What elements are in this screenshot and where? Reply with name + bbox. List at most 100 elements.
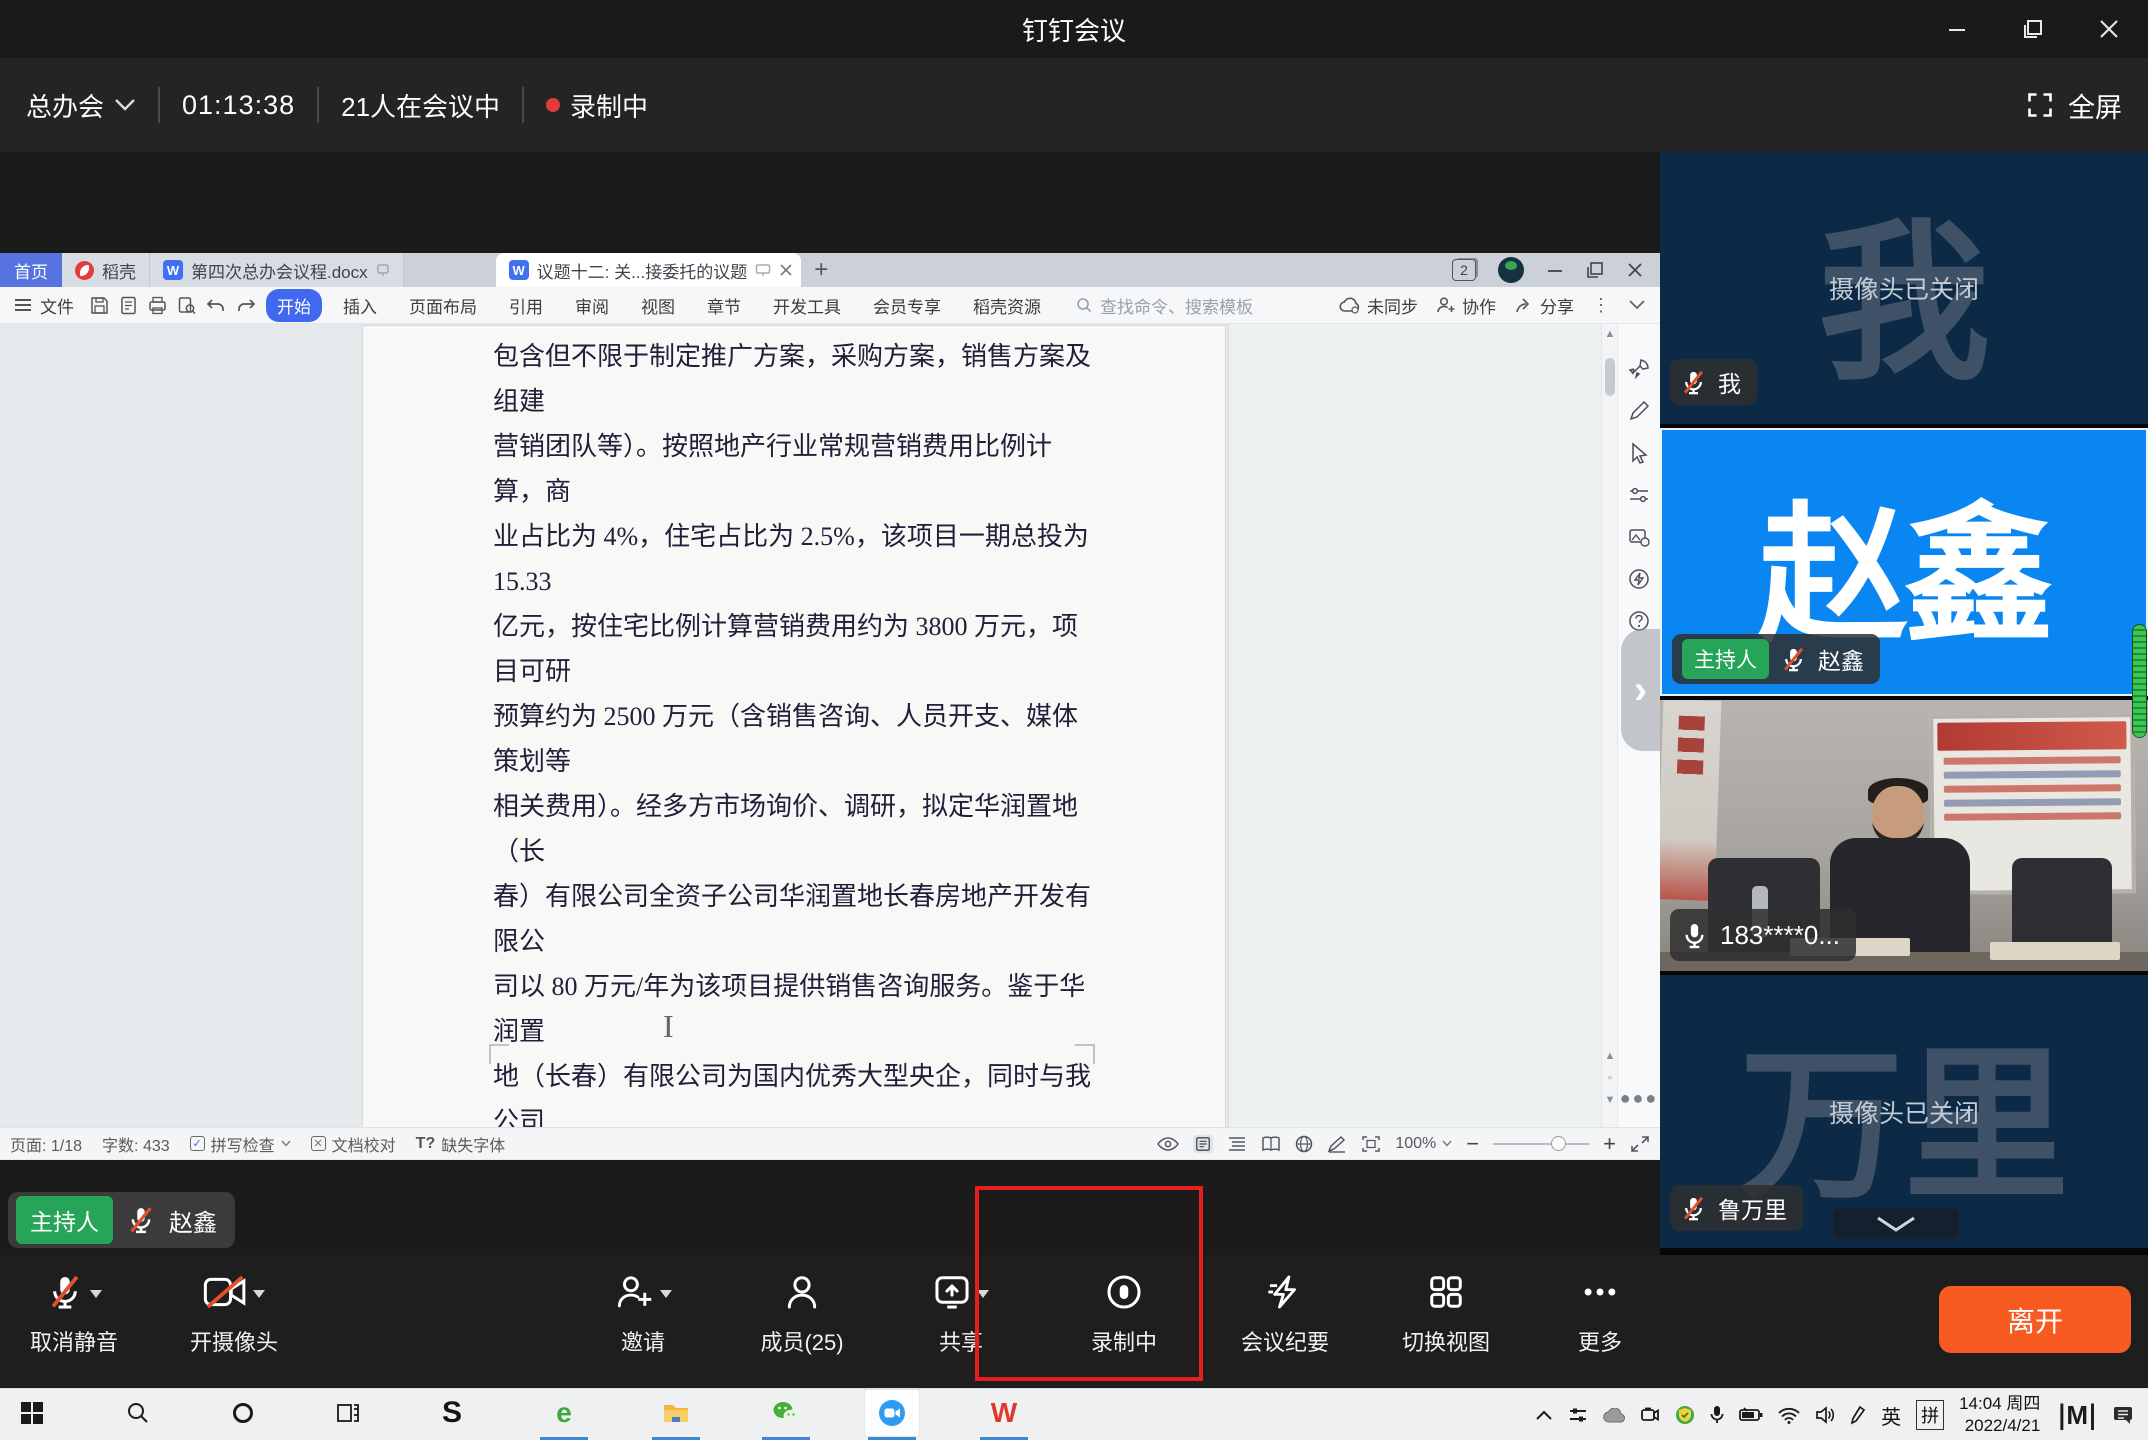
task-view-button[interactable] bbox=[320, 1389, 376, 1437]
eye-protect-icon[interactable] bbox=[1157, 1136, 1179, 1152]
page-view-icon[interactable] bbox=[1193, 1135, 1213, 1153]
wps-tab-document-1[interactable]: W 第四次总办会议程.docx bbox=[150, 253, 404, 287]
read-mode-icon[interactable] bbox=[1261, 1136, 1281, 1152]
avatar[interactable] bbox=[1498, 257, 1524, 283]
fit-page-icon[interactable] bbox=[1361, 1135, 1381, 1153]
word-count[interactable]: 字数: 433 bbox=[102, 1132, 170, 1156]
minimize-icon[interactable] bbox=[1942, 14, 1972, 44]
outline-view-icon[interactable] bbox=[1227, 1136, 1247, 1152]
collapse-sidebar-button[interactable]: › bbox=[1621, 629, 1660, 751]
members-button[interactable]: 成员(25) bbox=[712, 1272, 892, 1357]
taskbar-search-button[interactable] bbox=[110, 1389, 166, 1437]
unmute-button[interactable]: 取消静音 bbox=[0, 1272, 164, 1357]
share-button[interactable]: 分享 bbox=[1514, 293, 1574, 318]
chevron-down-icon[interactable] bbox=[660, 1290, 672, 1298]
ink-annotate-icon[interactable] bbox=[1327, 1135, 1347, 1153]
new-tab-button[interactable]: + bbox=[801, 253, 841, 287]
meeting-group-selector[interactable]: 总办会 bbox=[26, 87, 136, 124]
proofread-button[interactable]: ✕ 文档校对 bbox=[311, 1132, 396, 1156]
wps-minimize-icon[interactable] bbox=[1546, 261, 1564, 279]
ribbon-tab-page-layout[interactable]: 页面布局 bbox=[398, 289, 488, 322]
tray-expand-icon[interactable] bbox=[1535, 1409, 1553, 1421]
share-screen-button[interactable]: 共享 bbox=[871, 1272, 1051, 1357]
web-layout-icon[interactable] bbox=[1295, 1135, 1313, 1153]
participant-tile-self[interactable]: 我 摄像头已关闭 我 bbox=[1660, 152, 2148, 424]
cortana-button[interactable] bbox=[215, 1389, 271, 1437]
camera-on-button[interactable]: 开摄像头 bbox=[144, 1272, 324, 1357]
pen-icon[interactable] bbox=[1628, 400, 1650, 422]
missing-font-button[interactable]: T? 缺失字体 bbox=[416, 1132, 506, 1156]
zoom-slider[interactable] bbox=[1493, 1143, 1589, 1145]
page-select-icon[interactable]: ▫ bbox=[1602, 1072, 1618, 1084]
participant-tile-host-active[interactable]: 赵鑫 主持人 赵鑫 bbox=[1660, 428, 2148, 696]
notification-note-icon[interactable] bbox=[2112, 1404, 2134, 1426]
taskbar-app-wechat[interactable] bbox=[758, 1389, 814, 1437]
prev-page-icon[interactable]: ▲ bbox=[1602, 1050, 1618, 1062]
taskbar-clock[interactable]: 14:04 周四 2022/4/21 bbox=[1959, 1393, 2040, 1437]
sliders-icon[interactable] bbox=[1628, 484, 1650, 506]
pen-input-icon[interactable] bbox=[1850, 1405, 1866, 1425]
collaborate-button[interactable]: 协作 bbox=[1436, 293, 1496, 318]
zoom-slider-knob[interactable] bbox=[1551, 1136, 1566, 1151]
side-toolbar-more-icon[interactable]: ●●● bbox=[1620, 1088, 1659, 1109]
scroll-participants-button[interactable] bbox=[1833, 1208, 1959, 1239]
camera-tray-icon[interactable] bbox=[1640, 1406, 1660, 1424]
audio-mixer-icon[interactable] bbox=[1568, 1406, 1588, 1424]
rocket-icon[interactable] bbox=[1628, 358, 1650, 380]
taskbar-app-explorer[interactable] bbox=[648, 1389, 704, 1437]
ime-language-indicator[interactable]: 英 bbox=[1881, 1401, 1901, 1430]
zoom-out-icon[interactable]: − bbox=[1466, 1131, 1479, 1157]
quick-tools-icon[interactable] bbox=[1628, 568, 1650, 590]
start-button[interactable] bbox=[4, 1389, 60, 1437]
print-preview-icon[interactable] bbox=[177, 296, 196, 315]
ribbon-tab-insert[interactable]: 插入 bbox=[332, 289, 388, 322]
ribbon-tab-start[interactable]: 开始 bbox=[266, 289, 322, 322]
switch-view-button[interactable]: 切换视图 bbox=[1356, 1272, 1536, 1357]
sync-status-button[interactable]: 未同步 bbox=[1339, 293, 1418, 318]
image-tool-icon[interactable] bbox=[1628, 526, 1650, 548]
battery-icon[interactable] bbox=[1739, 1407, 1763, 1423]
microphone-tray-icon[interactable] bbox=[1710, 1405, 1724, 1425]
antivirus-shield-icon[interactable] bbox=[1675, 1405, 1695, 1425]
more-button[interactable]: 更多 bbox=[1510, 1272, 1690, 1357]
close-tab-icon[interactable] bbox=[779, 263, 793, 277]
taskbar-app-browser[interactable]: e bbox=[536, 1389, 592, 1437]
command-search[interactable]: 查找命令、搜索模板 bbox=[1062, 293, 1253, 318]
file-menu[interactable]: 文件 bbox=[14, 293, 80, 318]
chevron-down-icon[interactable] bbox=[977, 1290, 989, 1298]
mail-app-icon[interactable]: ∣M∣ bbox=[2055, 1402, 2097, 1428]
more-menu-icon[interactable]: ⋮ bbox=[1592, 295, 1610, 316]
export-pdf-icon[interactable] bbox=[119, 296, 138, 315]
cursor-icon[interactable] bbox=[1628, 442, 1650, 464]
recording-button[interactable]: 录制中 bbox=[1034, 1272, 1214, 1357]
print-icon[interactable] bbox=[148, 296, 167, 315]
wps-tab-document-2-active[interactable]: W 议题十二: 关...接委托的议题 bbox=[496, 253, 802, 287]
scrollbar-thumb[interactable] bbox=[1605, 358, 1615, 396]
wps-close-icon[interactable] bbox=[1626, 261, 1644, 279]
participant-tile[interactable]: 万里 摄像头已关闭 鲁万里 bbox=[1660, 975, 2148, 1248]
ribbon-tab-section[interactable]: 章节 bbox=[696, 289, 752, 322]
invite-button[interactable]: 邀请 bbox=[553, 1272, 733, 1357]
window-count-badge[interactable]: 2 bbox=[1452, 259, 1476, 281]
participant-tile-video[interactable]: 183****0... bbox=[1660, 700, 2148, 971]
vertical-scrollbar[interactable]: ▲ ▲ ▫ ▼ bbox=[1601, 324, 1617, 1127]
leave-meeting-button[interactable]: 离开 bbox=[1939, 1286, 2131, 1353]
taskbar-app-dingtalk-active[interactable] bbox=[864, 1389, 920, 1437]
wps-tab-home[interactable]: 首页 bbox=[0, 253, 62, 287]
meeting-minutes-button[interactable]: 会议纪要 bbox=[1195, 1272, 1375, 1357]
next-page-icon[interactable]: ▼ bbox=[1602, 1094, 1618, 1106]
sidebar-scrollbar[interactable] bbox=[2133, 625, 2146, 737]
wps-tab-docer[interactable]: 稻壳 bbox=[62, 253, 150, 287]
collapse-ribbon-icon[interactable] bbox=[1628, 299, 1646, 311]
ime-mode-indicator[interactable]: 拼 bbox=[1916, 1400, 1944, 1430]
fullscreen-button[interactable]: 全屏 bbox=[2026, 86, 2122, 125]
ribbon-tab-dev-tools[interactable]: 开发工具 bbox=[762, 289, 852, 322]
ribbon-tab-view[interactable]: 视图 bbox=[630, 289, 686, 322]
redo-icon[interactable] bbox=[236, 297, 256, 313]
onedrive-cloud-icon[interactable] bbox=[1603, 1408, 1625, 1423]
ribbon-tab-docer-resources[interactable]: 稻壳资源 bbox=[962, 289, 1052, 322]
scroll-up-icon[interactable]: ▲ bbox=[1602, 328, 1618, 340]
chevron-down-icon[interactable] bbox=[253, 1290, 265, 1298]
maximize-icon[interactable] bbox=[2018, 14, 2048, 44]
chevron-down-icon[interactable] bbox=[90, 1290, 102, 1298]
